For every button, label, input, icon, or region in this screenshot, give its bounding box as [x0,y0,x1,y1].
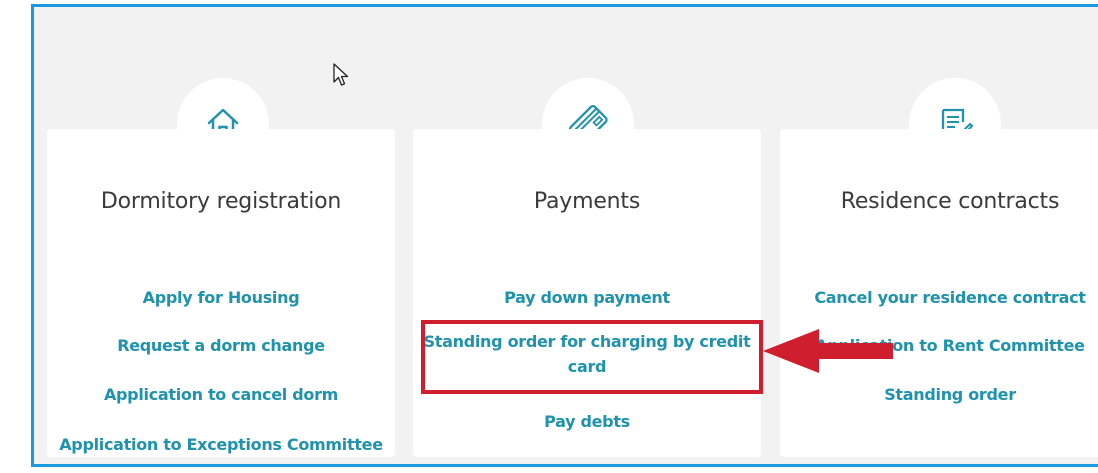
red-arrow-icon [763,329,893,373]
link-standing-order[interactable]: Standing order [780,382,1098,407]
link-cancel-residence-contract[interactable]: Cancel your residence contract [780,285,1098,310]
portal-frame: Dormitory registration Apply for Housing… [31,4,1098,467]
card-title: Residence contracts [840,189,1060,214]
link-apply-for-housing[interactable]: Apply for Housing [47,285,395,310]
card-payments: Payments Pay down payment Standing order… [413,129,761,457]
card-title: Dormitory registration [100,189,342,214]
highlight-box [421,320,763,394]
card-title: Payments [533,189,641,214]
link-exceptions-committee[interactable]: Application to Exceptions Committee [47,432,395,457]
mouse-cursor-icon [333,63,349,86]
link-pay-down-payment[interactable]: Pay down payment [413,285,761,310]
link-pay-debts[interactable]: Pay debts [413,409,761,434]
link-cancel-dorm[interactable]: Application to cancel dorm [47,382,395,407]
card-residence-contracts: Residence contracts Cancel your residenc… [780,129,1098,457]
card-dormitory-registration: Dormitory registration Apply for Housing… [47,129,395,457]
link-request-dorm-change[interactable]: Request a dorm change [47,333,395,358]
